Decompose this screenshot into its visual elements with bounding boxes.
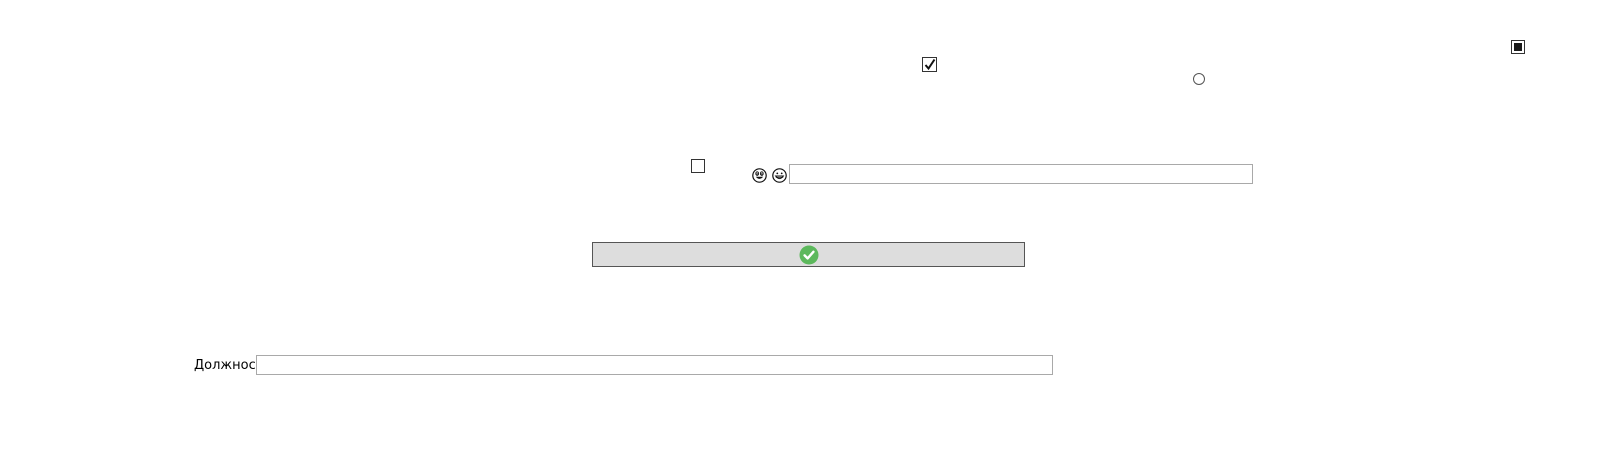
- checked-checkbox[interactable]: [922, 57, 937, 72]
- position-input[interactable]: [256, 355, 1053, 375]
- check-circle-icon: [799, 245, 819, 265]
- unchecked-checkbox[interactable]: [691, 159, 705, 173]
- grinning-face-with-big-eyes-icon[interactable]: [752, 168, 767, 183]
- radio-button[interactable]: [1193, 73, 1205, 85]
- confirm-button[interactable]: [592, 242, 1025, 267]
- indeterminate-checkbox[interactable]: [1511, 40, 1525, 54]
- checkmark-icon: [924, 58, 936, 71]
- indeterminate-mark: [1514, 43, 1522, 51]
- grinning-face-icon[interactable]: [772, 168, 787, 183]
- top-text-input[interactable]: [789, 164, 1253, 184]
